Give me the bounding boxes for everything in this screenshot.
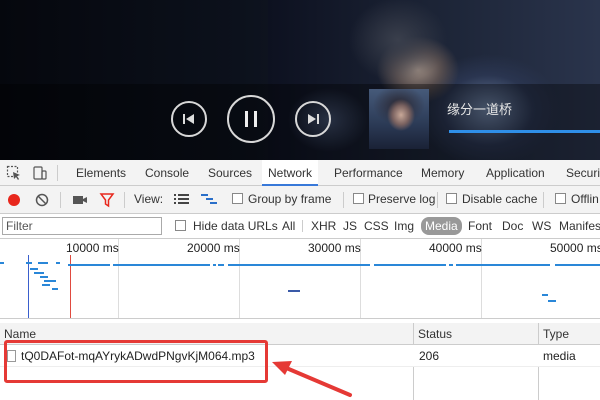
divider (543, 192, 544, 208)
timeline-request-mark (38, 262, 48, 264)
playback-progress-bar[interactable] (449, 130, 600, 133)
filter-type-js[interactable]: JS (343, 217, 357, 235)
filter-type-doc[interactable]: Doc (502, 217, 523, 235)
tab-application[interactable]: Application (486, 160, 545, 186)
request-type: media (543, 349, 576, 363)
timeline-request-mark (218, 264, 224, 266)
divider (124, 192, 125, 208)
devtools-tab-bar: Elements Console Sources Network Perform… (0, 160, 600, 186)
filter-type-all[interactable]: All (282, 217, 295, 235)
next-button[interactable] (295, 101, 331, 137)
timeline-tick-label: 20000 ms (187, 241, 240, 255)
disable-cache-label: Disable cache (462, 192, 538, 206)
offline-label: Offlin (571, 192, 599, 206)
timeline-tick-label: 10000 ms (66, 241, 119, 255)
timeline-request-mark (0, 262, 4, 264)
timeline-tick-label: 50000 ms (550, 241, 600, 255)
timeline-request-mark (34, 272, 44, 274)
timeline-request-mark (449, 264, 453, 266)
group-by-frame-checkbox[interactable] (232, 193, 243, 204)
network-timeline-overview[interactable]: 10000 ms 20000 ms 30000 ms 40000 ms 5000… (0, 239, 600, 319)
timeline-request-mark (542, 294, 548, 296)
preserve-log-label: Preserve log (368, 192, 436, 206)
pause-icon (245, 111, 257, 127)
offline-checkbox[interactable] (555, 193, 566, 204)
previous-icon (183, 114, 194, 124)
large-rows-icon[interactable] (174, 193, 189, 206)
divider (437, 192, 438, 208)
timeline-request-mark (68, 264, 110, 266)
timeline-request-mark (44, 280, 56, 282)
view-label: View: (134, 192, 164, 206)
divider (302, 220, 303, 232)
timeline-request-mark (548, 300, 556, 302)
column-header-type[interactable]: Type (543, 323, 569, 345)
timeline-request-mark (56, 262, 60, 264)
divider (57, 165, 58, 181)
filter-bar: Hide data URLs All XHR JS CSS Img Media … (0, 214, 600, 239)
tab-console[interactable]: Console (145, 160, 189, 186)
previous-button[interactable] (171, 101, 207, 137)
filter-type-font[interactable]: Font (468, 217, 492, 235)
filter-type-css[interactable]: CSS (364, 217, 389, 235)
screenshot-camera-icon[interactable] (72, 193, 88, 207)
filter-type-xhr[interactable]: XHR (311, 217, 336, 235)
hide-data-urls-checkbox[interactable] (175, 220, 186, 231)
tab-sources[interactable]: Sources (208, 160, 252, 186)
filter-type-img[interactable]: Img (394, 217, 414, 235)
device-toolbar-icon[interactable] (32, 165, 48, 181)
clear-icon[interactable] (35, 193, 49, 207)
column-header-status[interactable]: Status (418, 323, 452, 345)
dom-content-loaded-marker (28, 255, 29, 318)
divider (60, 192, 61, 208)
timeline-request-mark (40, 276, 48, 278)
next-icon (308, 114, 319, 124)
timeline-request-mark (228, 264, 370, 266)
album-cover-thumbnail[interactable] (369, 89, 429, 149)
group-by-frame-label: Group by frame (248, 192, 332, 206)
timeline-request-mark (374, 264, 446, 266)
record-icon[interactable] (7, 193, 21, 207)
inspect-element-icon[interactable] (6, 165, 22, 181)
timeline-request-mark (113, 264, 210, 266)
timeline-request-mark (42, 284, 50, 286)
timeline-tick-label: 30000 ms (308, 241, 361, 255)
filter-input[interactable] (2, 217, 162, 235)
disable-cache-checkbox[interactable] (446, 193, 457, 204)
timeline-request-mark (30, 268, 38, 270)
timeline-request-mark (213, 264, 216, 266)
tab-elements[interactable]: Elements (76, 160, 126, 186)
tab-performance[interactable]: Performance (334, 160, 403, 186)
tab-memory[interactable]: Memory (421, 160, 464, 186)
network-toolbar: View: Group by frame Preserve log Disabl… (0, 186, 600, 214)
filter-type-ws[interactable]: WS (532, 217, 551, 235)
divider (343, 192, 344, 208)
tab-security[interactable]: Securi (566, 160, 600, 186)
request-status: 206 (419, 349, 440, 363)
annotation-highlight-box (4, 340, 268, 383)
music-player: 缘分一道桥 (0, 0, 600, 160)
annotation-arrow-icon (272, 361, 352, 397)
preserve-log-checkbox[interactable] (353, 193, 364, 204)
timeline-request-mark (26, 262, 32, 264)
timeline-request-mark (456, 264, 550, 266)
song-title: 缘分一道桥 (447, 103, 513, 118)
filter-funnel-icon[interactable] (99, 192, 115, 208)
timeline-request-mark (52, 288, 58, 290)
timeline-request-mark (288, 290, 300, 292)
timeline-request-mark (555, 264, 600, 266)
tab-network[interactable]: Network (262, 160, 319, 186)
filter-type-media[interactable]: Media (421, 217, 462, 235)
filter-type-manifest[interactable]: Manifes (559, 217, 600, 235)
overview-waterfall-icon[interactable] (201, 193, 218, 206)
timeline-tick-label: 40000 ms (429, 241, 482, 255)
hide-data-urls-label: Hide data URLs (193, 219, 278, 233)
pause-button[interactable] (227, 95, 275, 143)
